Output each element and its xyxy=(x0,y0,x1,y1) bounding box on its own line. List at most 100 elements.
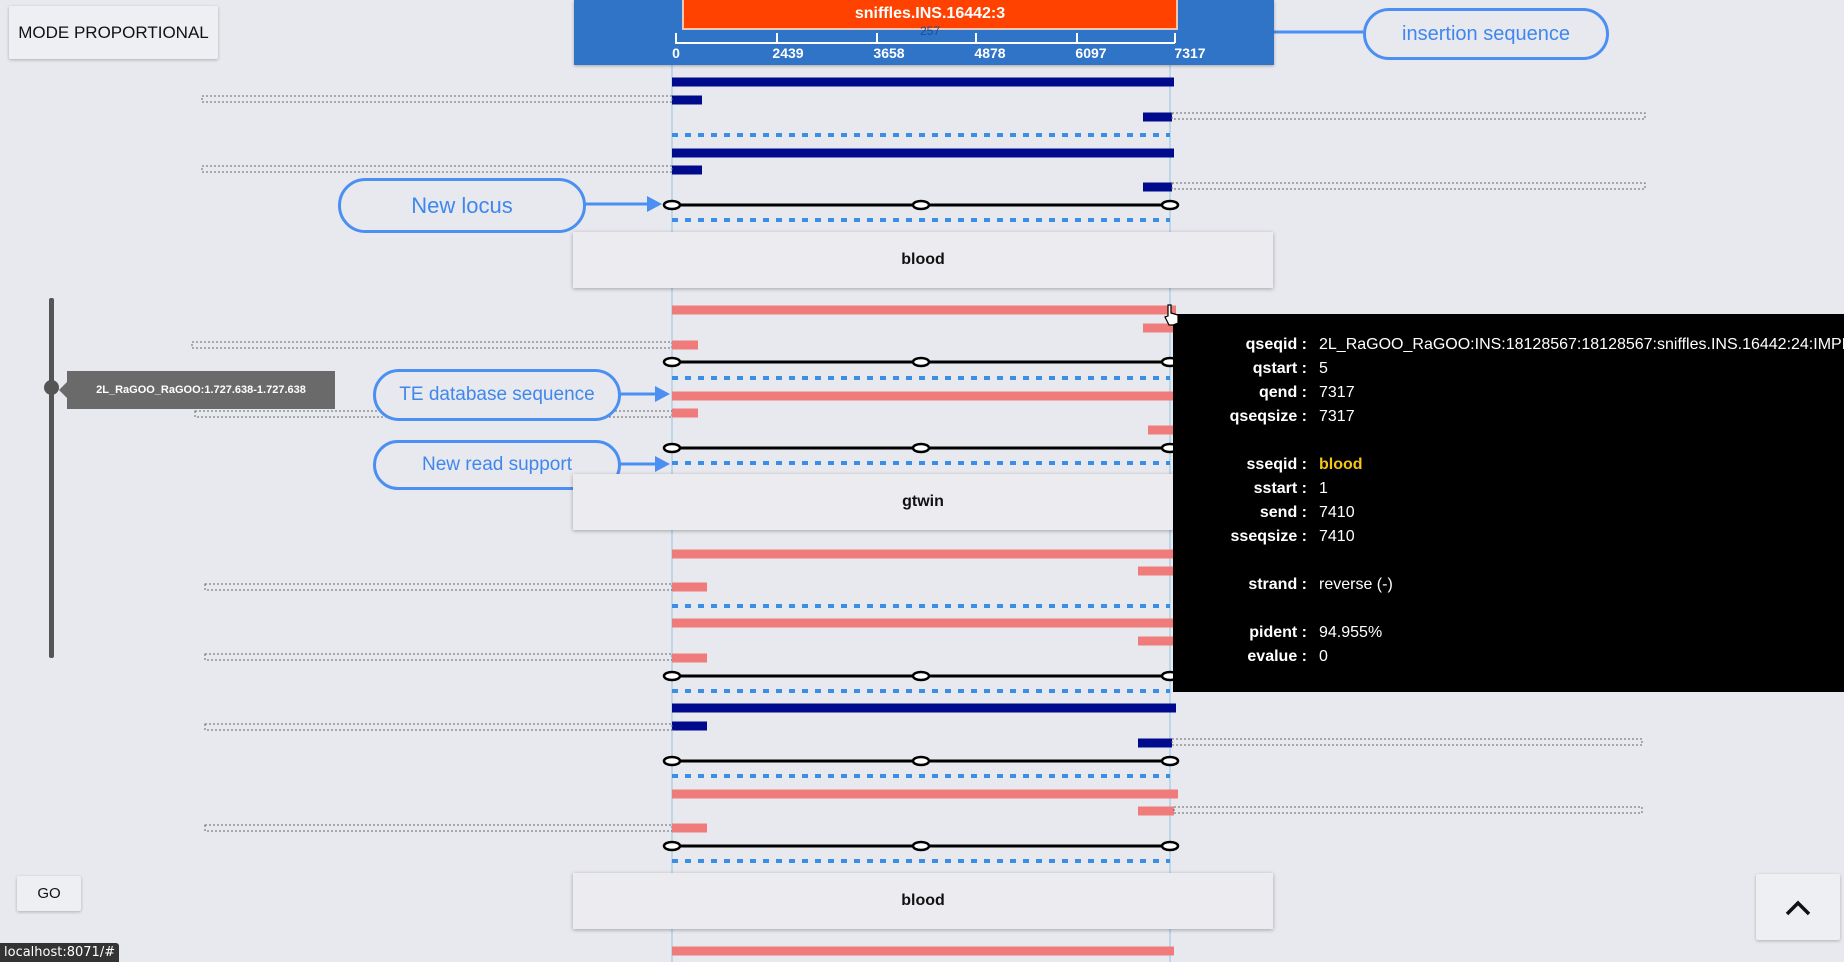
annotation-arrowhead xyxy=(655,386,670,402)
tooltip-key: pident : xyxy=(1249,624,1307,641)
tooltip-value: 7317 xyxy=(1319,408,1355,425)
tooltip-value: 7410 xyxy=(1319,528,1355,545)
sample-box-blood[interactable]: blood xyxy=(573,232,1273,288)
insertion-axis xyxy=(675,42,1175,44)
te-bar xyxy=(1138,566,1174,576)
sample-box-gtwin[interactable]: gtwin xyxy=(573,474,1273,530)
tooltip-key: qend : xyxy=(1259,384,1307,401)
tooltip-row-qstart: qstart : 5 xyxy=(1173,360,1844,382)
te-bar xyxy=(672,946,1174,956)
tooltip-key: qstart : xyxy=(1252,360,1307,377)
tooltip-value: 5 xyxy=(1319,360,1328,377)
te-bar xyxy=(672,549,1174,559)
tooltip-key: qseqsize : xyxy=(1229,408,1307,425)
tooltip-key: evalue : xyxy=(1247,648,1307,665)
te-bar xyxy=(1138,636,1174,646)
locus-node xyxy=(1160,199,1180,211)
locus-node xyxy=(911,670,931,682)
read-bar xyxy=(1143,112,1172,122)
tooltip-row-pident: pident : 94.955% xyxy=(1173,624,1844,646)
locus-node xyxy=(662,356,682,368)
tooltip-value: reverse (-) xyxy=(1319,576,1393,593)
te-bar xyxy=(672,582,707,592)
axis-tick-label: 0 xyxy=(672,45,680,61)
te-bar xyxy=(672,305,1176,315)
tooltip-row-sstart: sstart : 1 xyxy=(1173,480,1844,502)
axis-tick xyxy=(776,33,778,43)
flank-region xyxy=(191,341,673,349)
tooltip-value: 0 xyxy=(1319,648,1328,665)
tooltip-key: sseqid : xyxy=(1246,456,1307,473)
flank-region xyxy=(201,95,673,103)
te-bar xyxy=(672,618,1174,628)
tooltip-value: 7410 xyxy=(1319,504,1355,521)
annotation-insertion-sequence: insertion sequence xyxy=(1363,8,1609,60)
te-bar xyxy=(1138,806,1174,816)
read-bar xyxy=(672,165,702,175)
scroll-top-button[interactable] xyxy=(1756,874,1840,940)
locus-node xyxy=(911,199,931,211)
read-bar xyxy=(672,77,1174,87)
chevron-up-icon xyxy=(1783,888,1813,927)
axis-tick-label: 6097 xyxy=(1075,45,1107,61)
locus-slider-label: 2L_RaGOO_RaGOO:1.727.638-1.727.638 xyxy=(59,371,335,409)
tooltip-row-qseqid: qseqid : 2L_RaGOO_RaGOO:INS:18128567:181… xyxy=(1173,336,1844,358)
go-button[interactable]: GO xyxy=(17,876,81,911)
read-bar xyxy=(672,703,1176,713)
locus-node xyxy=(911,755,931,767)
axis-tick xyxy=(1076,33,1078,43)
locus-node xyxy=(662,199,682,211)
locus-node xyxy=(1160,755,1180,767)
tooltip-row-sseqsize: sseqsize : 7410 xyxy=(1173,528,1844,550)
insertion-header: sniffles.INS.16442:3 257 0 2439 3658 487… xyxy=(574,0,1274,65)
tooltip-key: sstart : xyxy=(1253,480,1307,497)
annotation-arrowhead xyxy=(647,196,662,212)
tooltip-key: qseqid : xyxy=(1245,336,1307,353)
te-bar xyxy=(672,408,698,418)
locus-node xyxy=(911,442,931,454)
status-bar-url: localhost:8071/# xyxy=(0,943,120,962)
flank-region xyxy=(201,165,673,173)
locus-node xyxy=(662,670,682,682)
read-bar xyxy=(672,721,707,731)
locus-node xyxy=(911,840,931,852)
tooltip-row-strand: strand : reverse (-) xyxy=(1173,576,1844,598)
axis-tick xyxy=(1174,33,1176,43)
te-bar xyxy=(672,340,698,350)
te-bar xyxy=(672,653,707,663)
flank-region xyxy=(204,824,673,832)
locus-slider-track[interactable] xyxy=(49,298,54,658)
annotation-arrowhead xyxy=(655,456,670,472)
axis-tick xyxy=(675,33,677,43)
locus-node xyxy=(1160,840,1180,852)
flank-region xyxy=(1173,806,1643,814)
tooltip-value: 2L_RaGOO_RaGOO:INS:18128567:18128567:sni… xyxy=(1319,336,1844,353)
insertion-hidden-number: 257 xyxy=(920,24,941,38)
flank-region xyxy=(1171,738,1643,746)
flank-region xyxy=(204,723,673,731)
locus-node xyxy=(662,840,682,852)
read-bar xyxy=(672,95,702,105)
blast-hit-tooltip: qseqid : 2L_RaGOO_RaGOO:INS:18128567:181… xyxy=(1173,314,1844,692)
axis-tick-label: 7317 xyxy=(1174,45,1206,61)
locus-node xyxy=(662,755,682,767)
te-bar xyxy=(672,823,707,833)
sample-box-blood-2[interactable]: blood xyxy=(573,873,1273,929)
tooltip-value-highlight: blood xyxy=(1319,456,1363,473)
hand-cursor-icon xyxy=(1164,304,1179,326)
flank-region xyxy=(204,653,673,661)
flank-region xyxy=(1171,182,1646,190)
tooltip-key: strand : xyxy=(1248,576,1307,593)
flank-region xyxy=(204,583,673,591)
te-bar xyxy=(672,391,1176,401)
tooltip-row-qseqsize: qseqsize : 7317 xyxy=(1173,408,1844,430)
axis-tick-label: 3658 xyxy=(873,45,905,61)
mode-proportional-button[interactable]: MODE PROPORTIONAL xyxy=(9,6,218,59)
axis-tick-label: 4878 xyxy=(974,45,1006,61)
axis-tick xyxy=(876,33,878,43)
flank-region xyxy=(1171,112,1646,120)
locus-node xyxy=(662,442,682,454)
axis-tick xyxy=(975,33,977,43)
axis-tick-label: 2439 xyxy=(772,45,804,61)
locus-slider-thumb[interactable] xyxy=(44,380,59,395)
